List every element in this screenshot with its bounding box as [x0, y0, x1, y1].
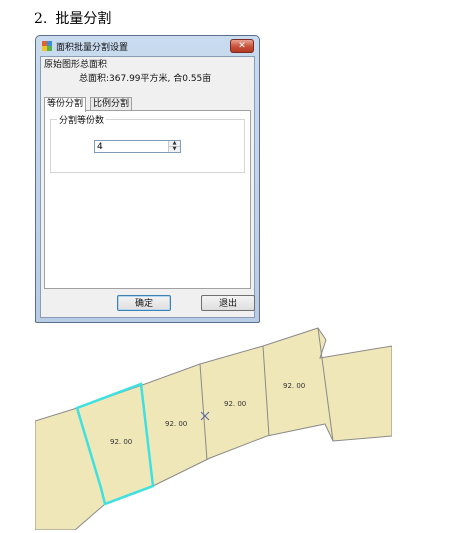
dialog-titlebar[interactable]: 面积批量分割设置 ✕ [36, 36, 259, 56]
parcel-map-canvas [35, 327, 392, 530]
close-button[interactable]: ✕ [230, 39, 254, 53]
tab-panel-equal-split: 分割等份数 ▲ ▼ [44, 110, 251, 289]
close-icon: ✕ [238, 41, 246, 51]
section-title: 批量分割 [55, 11, 112, 27]
parcel-area-label: 92. 00 [110, 438, 133, 446]
split-count-stepper: ▲ ▼ [94, 140, 181, 153]
split-settings-dialog: 面积批量分割设置 ✕ 原始图形总面积 总面积:367.99平方米, 合0.55亩… [35, 35, 260, 323]
tab-label: 比例分割 [93, 99, 130, 109]
parcel-map[interactable]: 92. 00 92. 00 92. 00 92. 00 [35, 326, 392, 530]
section-number: 2. [34, 11, 48, 27]
total-area-text: 总面积:367.99平方米, 合0.55亩 [79, 74, 212, 84]
land-strip [35, 327, 392, 530]
parcel-area-label: 92. 00 [165, 420, 188, 428]
parcel-area-label: 92. 00 [224, 400, 247, 408]
split-count-label: 分割等份数 [57, 113, 107, 126]
tab-equal-split[interactable]: 等份分割 [44, 97, 87, 112]
app-icon [42, 41, 52, 51]
stepper-buttons: ▲ ▼ [168, 141, 180, 152]
tab-label: 等份分割 [47, 99, 84, 109]
tab-ratio-split[interactable]: 比例分割 [90, 97, 133, 111]
exit-button[interactable]: 退出 [201, 295, 255, 311]
chevron-down-icon[interactable]: ▼ [169, 147, 180, 152]
original-area-label: 原始图形总面积 [44, 60, 108, 70]
dialog-title: 面积批量分割设置 [56, 43, 129, 53]
dialog-body: 原始图形总面积 总面积:367.99平方米, 合0.55亩 等份分割 比例分割 … [40, 56, 255, 318]
parcel-area-label: 92. 00 [283, 382, 306, 390]
split-count-input[interactable] [95, 141, 173, 152]
section-heading: 2. 批量分割 [34, 8, 111, 28]
split-count-group: 分割等份数 ▲ ▼ [50, 113, 245, 173]
ok-button[interactable]: 确定 [117, 295, 171, 311]
